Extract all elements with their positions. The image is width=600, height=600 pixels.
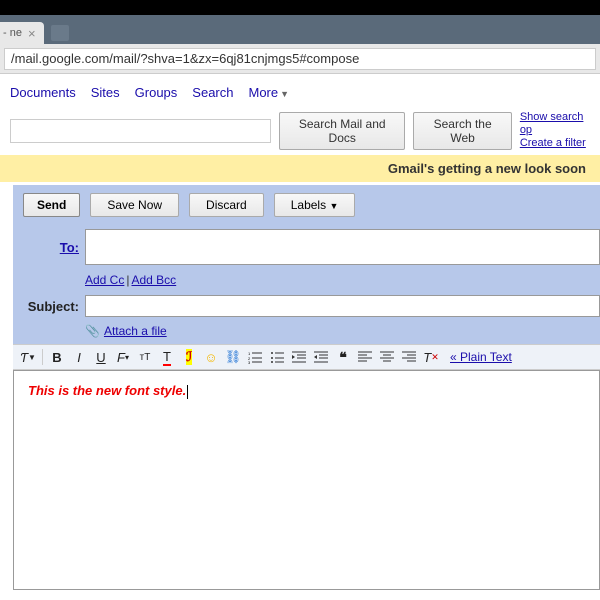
chevron-down-icon: ▼: [329, 201, 338, 211]
url-input[interactable]: /mail.google.com/mail/?shva=1&zx=6qj81cn…: [4, 48, 596, 70]
cc-bcc-row: Add Cc|Add Bcc: [13, 267, 600, 293]
paperclip-icon: 📎: [85, 324, 100, 338]
send-button[interactable]: Send: [23, 193, 80, 217]
separator: [42, 349, 43, 365]
url-bar: /mail.google.com/mail/?shva=1&zx=6qj81cn…: [0, 44, 600, 74]
show-search-options-link[interactable]: Show search op: [520, 111, 590, 137]
subject-input[interactable]: [85, 295, 600, 317]
outdent-icon[interactable]: [290, 348, 308, 366]
announcement-banner: Gmail's getting a new look soon: [0, 155, 600, 182]
bold-icon[interactable]: B: [48, 348, 66, 366]
url-text: /mail.google.com/mail/?shva=1&zx=6qj81cn…: [11, 51, 359, 66]
create-filter-link[interactable]: Create a filter: [520, 137, 590, 150]
add-cc-link[interactable]: Add Cc: [85, 273, 124, 287]
remove-format-icon[interactable]: T✕: [422, 348, 440, 366]
underline-icon[interactable]: U: [92, 348, 110, 366]
numbered-list-icon[interactable]: 123: [246, 348, 264, 366]
link-icon[interactable]: ⛓: [224, 348, 242, 366]
subject-row: Subject:: [13, 293, 600, 319]
nav-more[interactable]: More▼: [249, 85, 290, 100]
font-size-icon[interactable]: F▾: [114, 348, 132, 366]
tab-title: - ne: [3, 27, 22, 39]
font-size-small-icon[interactable]: тT: [136, 348, 154, 366]
nav-groups[interactable]: Groups: [135, 85, 178, 100]
nav-sites[interactable]: Sites: [91, 85, 120, 100]
search-row: Search Mail and Docs Search the Web Show…: [0, 104, 600, 153]
save-now-button[interactable]: Save Now: [90, 193, 179, 217]
window-top-black: [0, 0, 600, 15]
nav-documents[interactable]: Documents: [10, 85, 76, 100]
to-label: To:: [13, 240, 85, 255]
to-row: To:: [13, 227, 600, 267]
tab-close-icon[interactable]: ×: [28, 26, 36, 41]
align-center-icon[interactable]: [378, 348, 396, 366]
search-right-links: Show search op Create a filter: [520, 111, 590, 150]
search-mail-docs-button[interactable]: Search Mail and Docs: [279, 112, 405, 150]
text-color-icon[interactable]: T: [158, 348, 176, 366]
to-link[interactable]: To:: [60, 240, 79, 255]
search-input[interactable]: [10, 119, 271, 143]
compose-body[interactable]: This is the new font style.: [13, 370, 600, 590]
align-right-icon[interactable]: [400, 348, 418, 366]
emoji-icon[interactable]: ☺: [202, 348, 220, 366]
plain-text-link[interactable]: « Plain Text: [450, 350, 512, 364]
text-cursor: [187, 385, 188, 399]
font-family-icon[interactable]: Ƭ▼: [19, 348, 37, 366]
italic-icon[interactable]: I: [70, 348, 88, 366]
browser-tab[interactable]: - ne ×: [0, 22, 44, 44]
highlight-icon[interactable]: ℐ: [180, 348, 198, 366]
spacer: [0, 74, 600, 81]
new-tab-button[interactable]: [51, 25, 69, 41]
subject-label: Subject:: [13, 299, 85, 314]
indent-icon[interactable]: [312, 348, 330, 366]
compose-button-row: Send Save Now Discard Labels ▼: [13, 193, 600, 227]
format-toolbar: Ƭ▼ B I U F▾ тT T ℐ ☺ ⛓ 123 ❝ T✕ « Plain …: [13, 344, 600, 370]
body-text: This is the new font style.: [28, 383, 186, 398]
to-input[interactable]: [85, 229, 600, 265]
discard-button[interactable]: Discard: [189, 193, 264, 217]
bullet-list-icon[interactable]: [268, 348, 286, 366]
search-web-button[interactable]: Search the Web: [413, 112, 511, 150]
browser-tab-bar: - ne ×: [0, 15, 600, 44]
attach-file-link[interactable]: Attach a file: [104, 324, 167, 338]
quote-icon[interactable]: ❝: [334, 348, 352, 366]
compose-panel: Send Save Now Discard Labels ▼ To: Add C…: [13, 185, 600, 590]
svg-text:3: 3: [248, 360, 251, 364]
attach-row: 📎 Attach a file: [13, 319, 600, 344]
chevron-down-icon: ▼: [280, 89, 289, 99]
add-bcc-link[interactable]: Add Bcc: [131, 273, 176, 287]
separator: |: [126, 273, 129, 287]
align-left-icon[interactable]: [356, 348, 374, 366]
labels-button[interactable]: Labels ▼: [274, 193, 356, 217]
nav-search[interactable]: Search: [192, 85, 233, 100]
google-nav: Documents Sites Groups Search More▼: [0, 81, 600, 104]
